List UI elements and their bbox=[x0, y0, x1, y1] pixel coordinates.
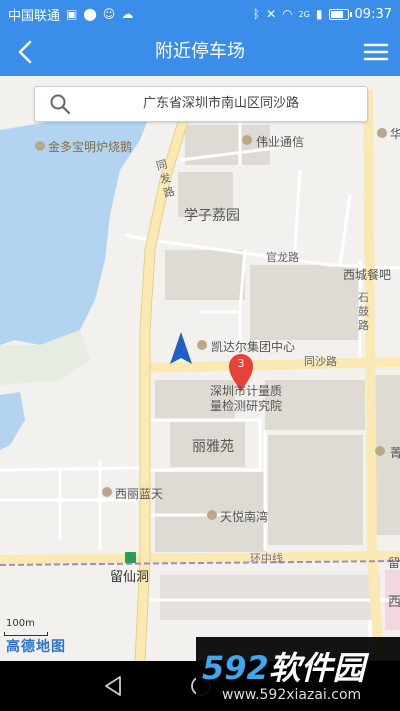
poi-label[interactable]: 华 bbox=[390, 125, 400, 142]
site-watermark: 592软件园 www.592xiazai.com bbox=[196, 637, 400, 711]
poi-label[interactable]: 金多宝明炉烧鹅 bbox=[48, 138, 132, 155]
signal-bars-icon: ▮ bbox=[315, 7, 323, 21]
amap-logo: 高德地图 bbox=[6, 639, 66, 655]
page-title: 附近停车场 bbox=[155, 41, 245, 62]
area-label: 学子荔园 bbox=[184, 208, 240, 224]
search-input[interactable]: 广东省深圳市南山区同沙路 bbox=[85, 87, 357, 121]
app-bar: 附近停车场 bbox=[0, 28, 400, 76]
bluetooth-icon: ᛒ bbox=[252, 7, 261, 21]
address-search-box[interactable]: 广东省深圳市南山区同沙路 bbox=[34, 86, 368, 122]
metro-line-label: 环中线 bbox=[250, 552, 283, 565]
poi-label[interactable]: 西丽蓝天 bbox=[115, 485, 163, 502]
area-label: 留 bbox=[388, 556, 400, 570]
road-label: 官龙路 bbox=[266, 251, 299, 264]
map-scale-label: 100m bbox=[6, 618, 35, 629]
image-icon: ▣ bbox=[66, 7, 78, 21]
parking-count-badge[interactable]: 3 bbox=[237, 357, 245, 370]
road-label: 石鼓路 bbox=[358, 291, 369, 332]
watermark-url: www.592xiazai.com bbox=[222, 687, 362, 703]
triangle-back-icon bbox=[105, 676, 121, 696]
cloud-icon: ☁ bbox=[121, 7, 134, 21]
watermark-brand: 592软件园 bbox=[202, 643, 365, 689]
network-type: 2G bbox=[298, 9, 310, 19]
road-label: 同发路 bbox=[154, 157, 177, 201]
watermark-brand-number: 592 bbox=[202, 649, 269, 687]
map-view[interactable]: 金多宝明炉烧鹅 伟业通信 华 同发路 学子荔园 官龙路 西城餐吧 石鼓路 凯达尔… bbox=[0, 76, 400, 661]
wifi-icon: ◠ bbox=[282, 7, 293, 21]
menu-button[interactable] bbox=[360, 36, 392, 68]
status-bar: 中国联通 ▣ ⬤ ☺ ☁ ᛒ ✕ ◠ 2G ▮ 09:37 bbox=[0, 0, 400, 28]
area-label: 西 bbox=[388, 595, 400, 610]
area-label: 丽雅苑 bbox=[192, 439, 234, 455]
poi-label[interactable]: 凯达尔集团中心 bbox=[211, 338, 295, 355]
watermark-brand-text: 软件园 bbox=[268, 649, 365, 687]
metro-station-label[interactable]: 留仙洞 bbox=[110, 566, 149, 585]
battery-icon bbox=[328, 8, 352, 20]
carrier-label: 中国联通 bbox=[8, 8, 61, 24]
poi-label[interactable]: 菁 bbox=[390, 444, 400, 461]
search-icon bbox=[50, 94, 71, 115]
location-pin-icon: ⬤ bbox=[83, 7, 97, 21]
nav-back-button[interactable] bbox=[100, 673, 126, 699]
poi-label[interactable]: 伟业通信 bbox=[256, 133, 304, 150]
hamburger-icon bbox=[363, 43, 389, 61]
mute-icon: ✕ bbox=[266, 7, 277, 21]
poi-label[interactable]: 西城餐吧 bbox=[343, 266, 391, 283]
clock: 09:37 bbox=[354, 6, 392, 22]
road-label: 同沙路 bbox=[304, 355, 337, 368]
poi-label[interactable]: 量检测研究院 bbox=[210, 397, 282, 414]
notification-face-icon: ☺ bbox=[102, 7, 116, 21]
poi-label[interactable]: 天悦南湾 bbox=[220, 508, 268, 525]
